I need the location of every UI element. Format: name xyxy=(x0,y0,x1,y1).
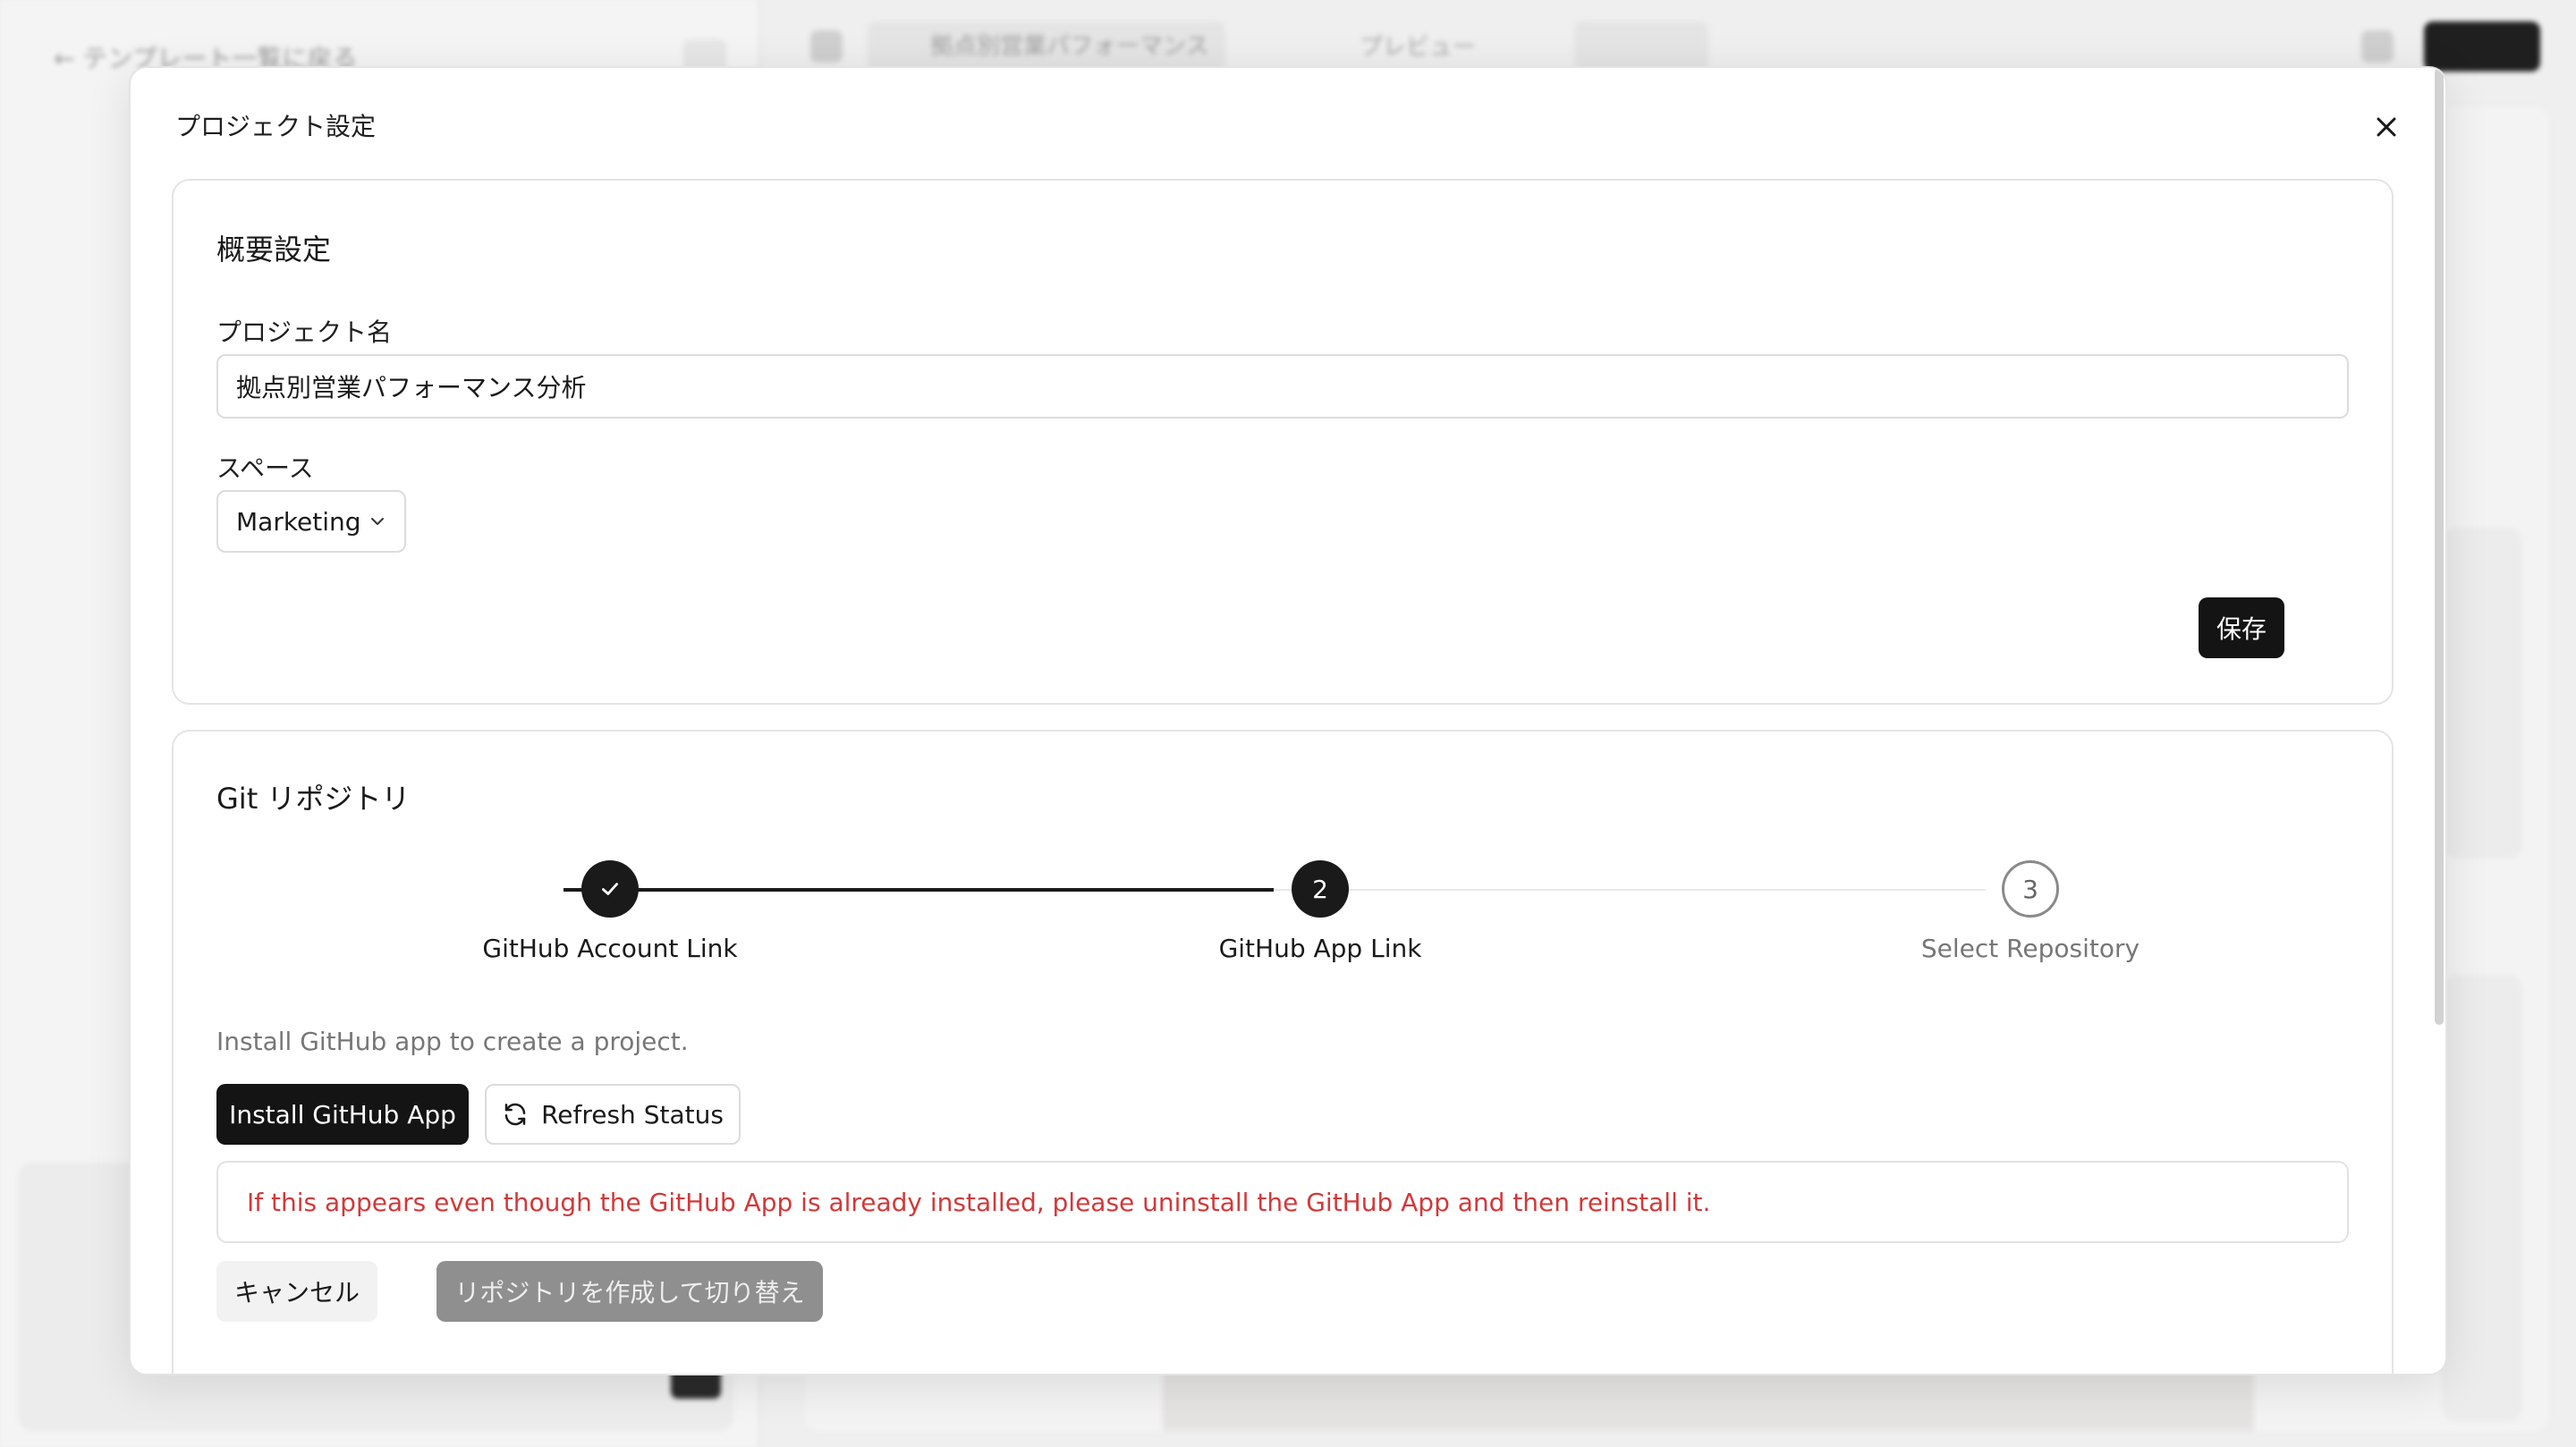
background-publish-button xyxy=(2424,21,2540,72)
close-button[interactable] xyxy=(2367,107,2406,147)
close-icon xyxy=(2377,117,2396,137)
space-select-value: Marketing xyxy=(236,506,361,537)
space-label: スペース xyxy=(216,453,314,483)
check-icon xyxy=(602,883,618,895)
step-1-circle xyxy=(581,860,639,918)
background-preview-tab: プレビュー xyxy=(1360,34,1477,61)
project-name-input[interactable] xyxy=(216,354,2349,419)
stepper-line-completed xyxy=(564,888,1274,892)
overview-title: 概要設定 xyxy=(216,233,332,267)
background-settings-icon xyxy=(2361,30,2394,63)
stepper-line-pending xyxy=(1274,889,1986,891)
background-code-tab xyxy=(1574,21,1708,72)
step-3-circle: 3 xyxy=(2002,860,2059,918)
step-2-label: GitHub App Link xyxy=(1218,934,1422,963)
step-1-label: GitHub Account Link xyxy=(482,934,738,963)
install-hint-text: Install GitHub app to create a project. xyxy=(216,1027,689,1056)
project-settings-modal: プロジェクト設定 概要設定 プロジェクト名 スペース Marketing 保存 … xyxy=(129,66,2447,1375)
overview-section: 概要設定 プロジェクト名 スペース Marketing 保存 xyxy=(172,179,2394,705)
create-repository-button[interactable]: リポジトリを作成して切り替え xyxy=(436,1261,823,1322)
space-select[interactable]: Marketing xyxy=(216,490,406,553)
refresh-status-label: Refresh Status xyxy=(541,1099,724,1130)
cancel-button[interactable]: キャンセル xyxy=(216,1261,377,1322)
background-card xyxy=(2442,975,2522,1422)
background-card xyxy=(2442,528,2522,859)
save-button[interactable]: 保存 xyxy=(2199,597,2284,658)
modal-scrollbar[interactable] xyxy=(2435,68,2444,1025)
step-3-label: Select Repository xyxy=(1920,934,2140,963)
project-name-label: プロジェクト名 xyxy=(216,317,393,347)
background-project-tab: 拠点別営業パフォーマンス分析 xyxy=(868,21,1225,110)
step-2-circle: 2 xyxy=(1292,860,1349,918)
install-github-app-button[interactable]: Install GitHub App xyxy=(216,1084,469,1145)
reinstall-warning-alert: If this appears even though the GitHub A… xyxy=(216,1161,2349,1243)
refresh-status-button[interactable]: Refresh Status xyxy=(485,1084,741,1145)
modal-title: プロジェクト設定 xyxy=(175,112,377,141)
chevron-down-icon xyxy=(369,512,386,530)
background-menu-icon xyxy=(810,30,843,63)
refresh-icon xyxy=(504,1103,526,1126)
git-section-title: Git リポジトリ xyxy=(216,782,411,816)
git-repository-section: Git リポジトリ 2 3 GitHub Account Link GitHub… xyxy=(172,730,2394,1374)
